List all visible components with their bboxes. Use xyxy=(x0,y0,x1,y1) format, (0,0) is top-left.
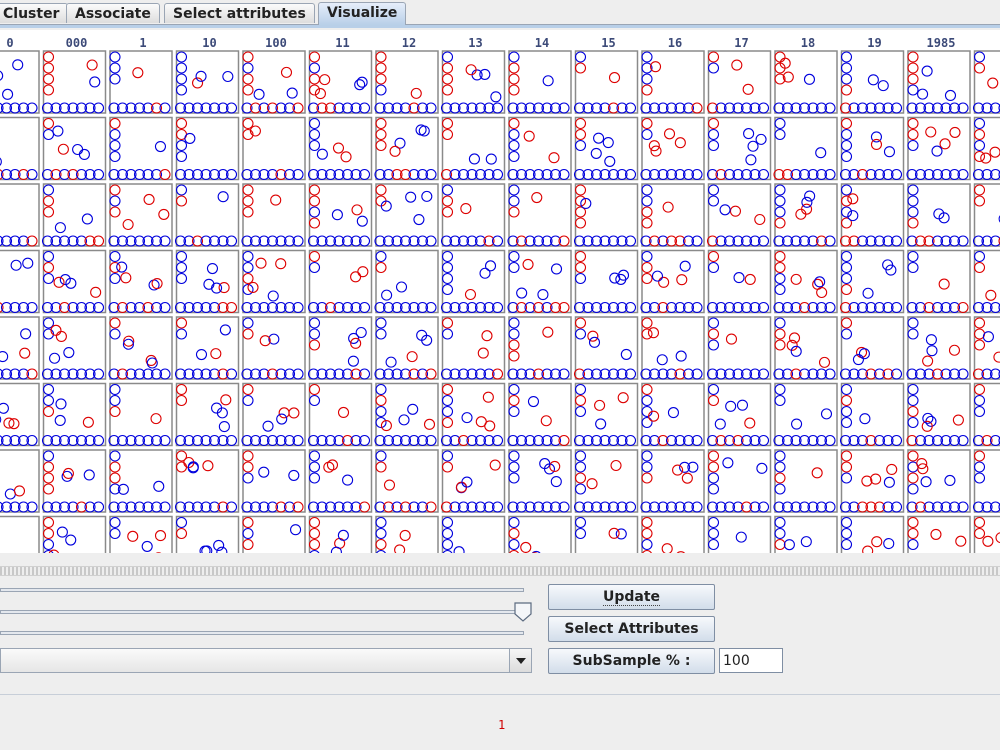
column-label: 100 xyxy=(265,36,287,50)
point-size-slider-track[interactable] xyxy=(0,610,524,614)
column-label: 17 xyxy=(734,36,748,50)
matrix-cell[interactable] xyxy=(0,515,40,554)
subsample-input[interactable] xyxy=(719,648,783,673)
plot-size-slider-track[interactable] xyxy=(0,588,524,592)
tab-select-attributes[interactable]: Select attributes xyxy=(164,3,315,23)
tab-associate[interactable]: Associate xyxy=(66,3,160,23)
matrix-cell[interactable] xyxy=(973,249,1000,314)
tab-select-attributes-label: Select attributes xyxy=(173,6,306,22)
column-label: 000 xyxy=(66,36,88,50)
tab-cluster[interactable]: Cluster xyxy=(0,3,69,23)
column-label: 1985 xyxy=(927,36,956,50)
column-label: 15 xyxy=(601,36,615,50)
tab-content-border xyxy=(0,25,1000,28)
tab-bar: Cluster Associate Select attributes Visu… xyxy=(0,0,1000,25)
column-label: 11 xyxy=(335,36,349,50)
subsample-button-label: SubSample % : xyxy=(572,653,691,669)
column-label: 14 xyxy=(535,36,549,50)
tab-visualize[interactable]: Visualize xyxy=(318,2,407,25)
matrix-cell[interactable] xyxy=(973,116,1000,181)
matrix-cell[interactable] xyxy=(973,183,1000,247)
chevron-down-icon[interactable] xyxy=(509,649,531,672)
panel-divider xyxy=(0,694,1000,695)
column-label: 19 xyxy=(867,36,881,50)
column-label: 10 xyxy=(202,36,216,50)
update-button[interactable]: Update xyxy=(548,584,715,610)
update-button-label: Update xyxy=(602,589,661,606)
matrix-cell[interactable] xyxy=(973,515,1000,554)
matrix-cell[interactable] xyxy=(973,316,1000,380)
column-label: 12 xyxy=(402,36,416,50)
select-attributes-button-label: Select Attributes xyxy=(564,621,699,637)
scatter-matrix-svg[interactable]: 0000110100111213141516171819198519 xyxy=(0,30,1000,553)
column-label: 18 xyxy=(801,36,815,50)
matrix-cell[interactable] xyxy=(973,50,1000,114)
scatter-plot-matrix[interactable]: 0000110100111213141516171819198519 xyxy=(0,30,1000,553)
tab-cluster-label: Cluster xyxy=(3,6,60,22)
slider-thumb[interactable] xyxy=(514,602,532,622)
matrix-cell[interactable] xyxy=(973,449,1000,513)
column-label: 0 xyxy=(6,36,13,50)
status-number: 1 xyxy=(498,718,506,732)
select-attributes-button[interactable]: Select Attributes xyxy=(548,616,715,642)
column-label: 13 xyxy=(468,36,482,50)
jitter-slider-track[interactable] xyxy=(0,631,524,635)
matrix-cell[interactable] xyxy=(973,382,1000,447)
subsample-button[interactable]: SubSample % : xyxy=(548,648,715,674)
split-pane-divider[interactable] xyxy=(0,566,1000,576)
color-attribute-select[interactable] xyxy=(0,648,532,673)
tab-visualize-label: Visualize xyxy=(327,5,398,21)
tab-associate-label: Associate xyxy=(75,6,151,22)
column-label: 16 xyxy=(668,36,682,50)
column-label: 1 xyxy=(139,36,146,50)
